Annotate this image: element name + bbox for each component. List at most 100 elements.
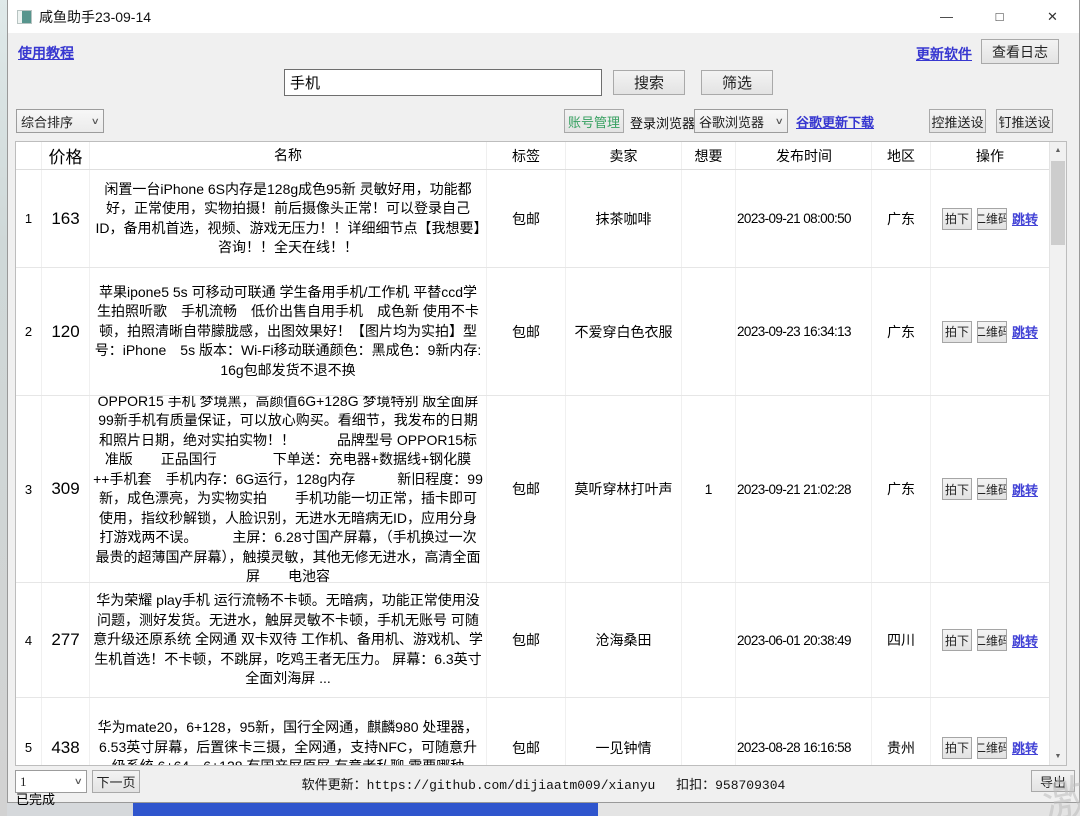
price-cell: 438 [42,698,90,766]
chrome-update-download-link[interactable]: 谷歌更新下载 [796,112,874,131]
seller-cell: 不爱穿白色衣服 [566,268,682,395]
want-count-cell [682,583,736,697]
seller-cell: 沧海桑田 [566,583,682,697]
results-table: 价格 名称 标签 卖家 想要 发布时间 地区 操作 1 163 闲置一台iPho… [15,141,1067,766]
row-index-cell: 4 [16,583,42,697]
publish-time-cell: 2023-08-28 16:16:58 [736,698,872,766]
table-body: 1 163 闲置一台iPhone 6S内存是128g成色95新 灵敏好用，功能都… [16,170,1049,766]
region-cell: 广东 [872,268,931,395]
view-log-button[interactable]: 查看日志 [981,39,1059,64]
update-software-link[interactable]: 更新软件 [916,44,972,64]
want-count-cell [682,268,736,395]
screen: 咸鱼助手23-09-14 — □ ✕ 使用教程 更新软件 查看日志 搜索 筛选 … [0,0,1080,816]
buy-button[interactable]: 拍下 [942,737,972,759]
table-header-row: 价格 名称 标签 卖家 想要 发布时间 地区 操作 [16,142,1066,170]
seller-cell: 莫听穿林打叶声 [566,396,682,582]
buy-button[interactable]: 拍下 [942,321,972,343]
app-window: 咸鱼助手23-09-14 — □ ✕ 使用教程 更新软件 查看日志 搜索 筛选 … [7,0,1080,803]
price-cell: 277 [42,583,90,697]
jump-link[interactable]: 跳转 [1012,738,1038,757]
actions-cell: 拍下 二维码 跳转 [931,396,1049,582]
tag-cell: 包邮 [487,268,566,395]
sort-select[interactable]: 综合排序 ∨ [16,109,104,133]
dingtalk-push-settings-button[interactable]: 钉推送设 [996,109,1053,133]
qrcode-button[interactable]: 二维码 [977,208,1007,230]
close-button[interactable]: ✕ [1026,0,1079,33]
chevron-down-icon: ∨ [775,116,784,127]
actions-cell: 拍下 二维码 跳转 [931,583,1049,697]
header-region: 地区 [872,142,931,169]
browser-select[interactable]: 谷歌浏览器 ∨ [694,109,788,133]
tag-cell: 包邮 [487,396,566,582]
header-index [16,142,42,169]
jump-link[interactable]: 跳转 [1012,480,1038,499]
region-cell: 广东 [872,170,931,267]
qrcode-button[interactable]: 二维码 [977,629,1007,651]
table-row: 5 438 华为mate20，6+128，95新，国行全网通，麒麟980 处理器… [16,698,1049,766]
buy-button[interactable]: 拍下 [942,478,972,500]
filter-button[interactable]: 筛选 [701,70,773,95]
row-index-cell: 5 [16,698,42,766]
tutorial-link[interactable]: 使用教程 [18,43,74,63]
row-index-cell: 2 [16,268,42,395]
actions-cell: 拍下 二维码 跳转 [931,268,1049,395]
table-row: 1 163 闲置一台iPhone 6S内存是128g成色95新 灵敏好用，功能都… [16,170,1049,268]
want-count-cell [682,170,736,267]
item-name-cell: OPPOR15 手机 梦境黑，高颜值6G+128G 梦境特别 版全面屏 99新手… [90,396,487,582]
item-name-cell: 闲置一台iPhone 6S内存是128g成色95新 灵敏好用，功能都好，正常使用… [90,170,487,267]
maximize-button[interactable]: □ [973,0,1026,33]
background-strip-right [598,803,1080,816]
publish-time-cell: 2023-09-21 08:00:50 [736,170,872,267]
table-row: 4 277 华为荣耀 play手机 运行流畅不卡顿。无暗病，功能正常使用没问题，… [16,583,1049,698]
seller-cell: 一见钟情 [566,698,682,766]
search-input[interactable] [284,69,602,96]
jump-link[interactable]: 跳转 [1012,322,1038,341]
header-seller: 卖家 [566,142,682,169]
row-index-cell: 3 [16,396,42,582]
want-count-cell: 1 [682,396,736,582]
item-name-cell: 华为荣耀 play手机 运行流畅不卡顿。无暗病，功能正常使用没问题，测好发货。无… [90,583,487,697]
chevron-down-icon: ∨ [91,116,100,127]
search-button[interactable]: 搜索 [613,70,685,95]
software-update-info: 软件更新：https://github.com/dijiaatm009/xian… [8,774,1079,793]
scroll-up-icon[interactable]: ▲ [1050,142,1066,159]
jump-link[interactable]: 跳转 [1012,631,1038,650]
row-index-cell: 1 [16,170,42,267]
minimize-button[interactable]: — [920,0,973,33]
login-browser-label: 登录浏览器: [630,113,699,132]
publish-time-cell: 2023-09-23 16:34:13 [736,268,872,395]
tag-cell: 包邮 [487,698,566,766]
region-cell: 四川 [872,583,931,697]
item-name-cell: 华为mate20，6+128，95新，国行全网通，麒麟980 处理器，6.53英… [90,698,487,766]
want-count-cell [682,698,736,766]
background-taskbar-strip [133,803,598,816]
scrollbar-thumb[interactable] [1051,161,1065,245]
background-window-edge [0,0,7,816]
scroll-down-icon[interactable]: ▼ [1050,748,1066,765]
item-name-cell: 苹果ipone5 5s 可移动可联通 学生备用手机/工作机 平替ccd学生拍照听… [90,268,487,395]
export-button[interactable]: 导出 [1031,770,1075,792]
titlebar: 咸鱼助手23-09-14 — □ ✕ [8,0,1079,33]
header-tag: 标签 [487,142,566,169]
table-row: 2 120 苹果ipone5 5s 可移动可联通 学生备用手机/工作机 平替cc… [16,268,1049,396]
app-icon [17,10,32,24]
qrcode-button[interactable]: 二维码 [977,737,1007,759]
window-title: 咸鱼助手23-09-14 [39,7,151,27]
qrcode-button[interactable]: 二维码 [977,321,1007,343]
price-cell: 120 [42,268,90,395]
buy-button[interactable]: 拍下 [942,629,972,651]
jump-link[interactable]: 跳转 [1012,209,1038,228]
seller-cell: 抹茶咖啡 [566,170,682,267]
header-want: 想要 [682,142,736,169]
header-price: 价格 [42,142,90,169]
account-manage-button[interactable]: 账号管理 [564,109,624,133]
vertical-scrollbar[interactable]: ▲ ▼ [1049,142,1066,765]
header-name: 名称 [90,142,487,169]
buy-button[interactable]: 拍下 [942,208,972,230]
tag-cell: 包邮 [487,583,566,697]
qrcode-button[interactable]: 二维码 [977,478,1007,500]
sort-select-value: 综合排序 [21,112,73,131]
price-cell: 309 [42,396,90,582]
window-controls: — □ ✕ [920,0,1079,33]
wechat-push-settings-button[interactable]: 控推送设 [929,109,986,133]
